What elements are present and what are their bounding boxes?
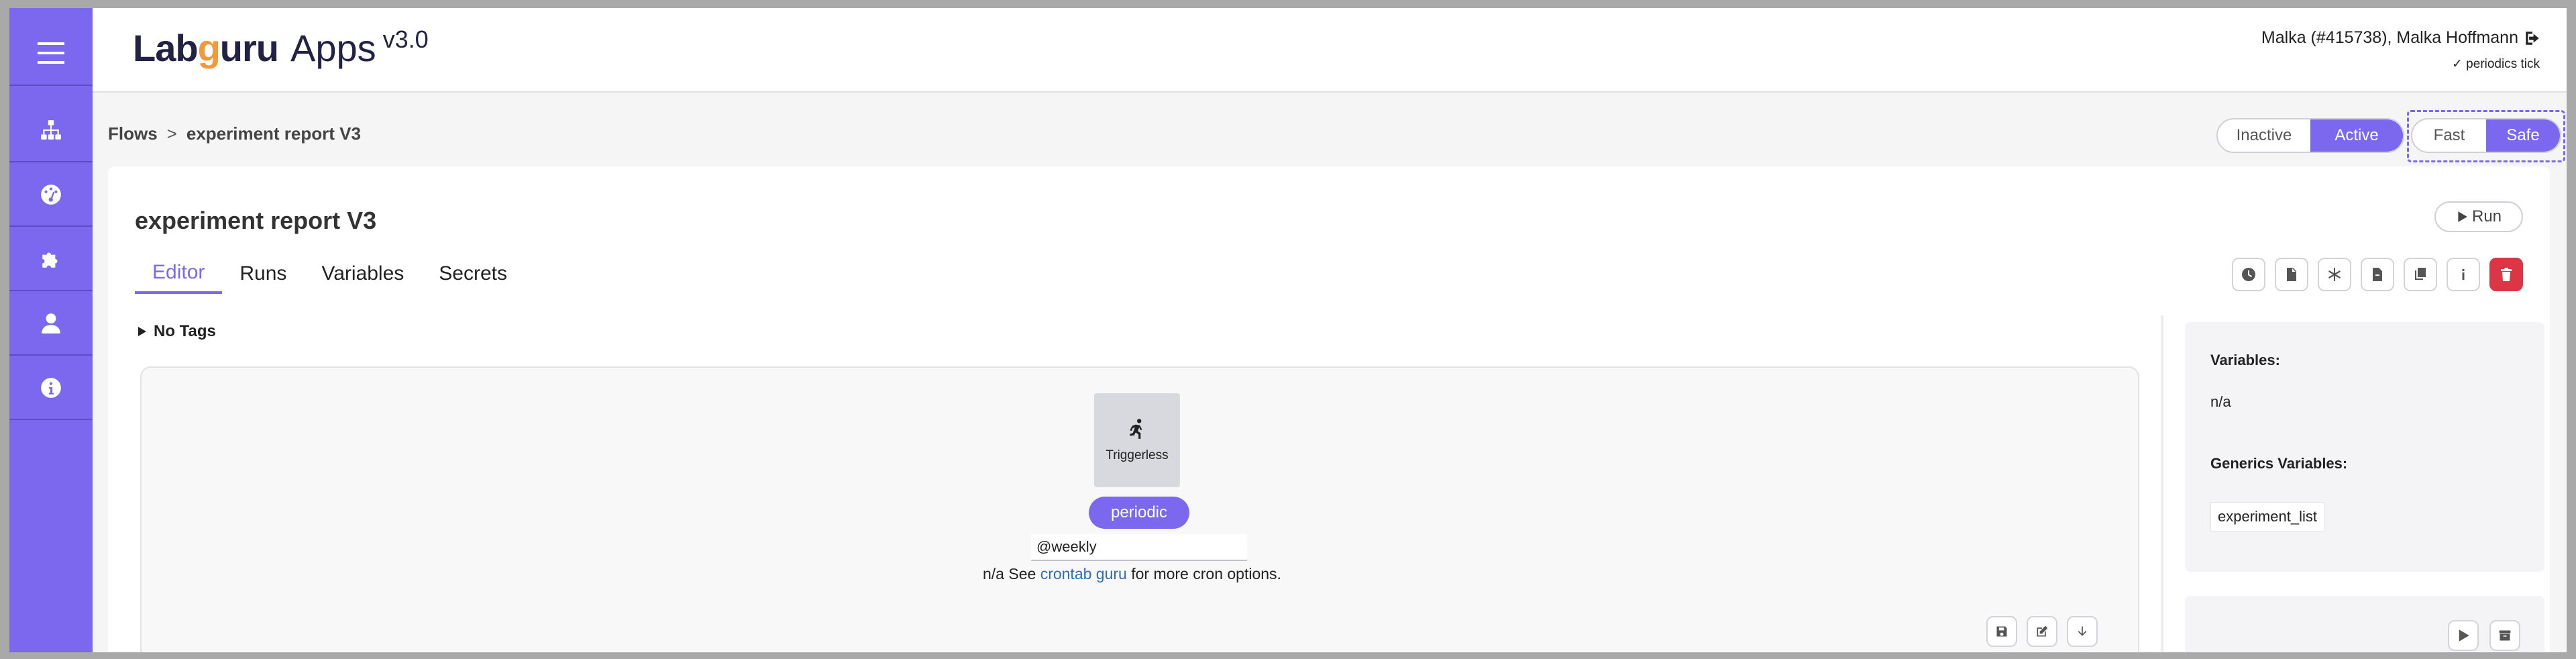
periodic-badge[interactable]: periodic bbox=[1089, 497, 1189, 529]
variables-value: n/a bbox=[2210, 393, 2231, 410]
logo-text-part: Lab bbox=[133, 27, 199, 69]
crontab-guru-link[interactable]: crontab guru bbox=[1040, 565, 1127, 582]
export-button[interactable] bbox=[2361, 258, 2394, 291]
user-name: Malka (#415738), Malka Hoffmann bbox=[2261, 28, 2518, 47]
tab-variables[interactable]: Variables bbox=[304, 254, 421, 294]
trigger-node[interactable]: Triggerless bbox=[1094, 393, 1180, 487]
highlight-box bbox=[2407, 110, 2565, 162]
sidebar-item-dashboard[interactable] bbox=[9, 164, 93, 227]
tags-toggle[interactable]: No Tags bbox=[138, 322, 216, 341]
running-person-icon bbox=[1130, 419, 1142, 439]
play-button[interactable] bbox=[2448, 620, 2479, 651]
flow-tabs: Editor Runs Variables Secrets bbox=[135, 254, 525, 294]
actions-toolbar bbox=[2448, 620, 2520, 651]
logo-apps-text: Apps bbox=[290, 27, 376, 69]
labguru-logo[interactable]: Labguru Apps v3.0 bbox=[133, 23, 429, 83]
trigger-label: Triggerless bbox=[1106, 448, 1169, 462]
schedule-button[interactable] bbox=[2232, 258, 2265, 291]
archive-button[interactable] bbox=[2489, 620, 2520, 651]
logo-text-part: uru bbox=[219, 27, 279, 69]
variables-panel: Variables: n/a Generics Variables: exper… bbox=[2185, 322, 2544, 572]
breadcrumb-separator: > bbox=[166, 123, 177, 144]
periodics-status: ✓ periodics tick bbox=[2451, 57, 2540, 71]
edit-button[interactable] bbox=[2027, 616, 2057, 647]
info-icon bbox=[41, 378, 61, 398]
breadcrumb: Flows > experiment report V3 bbox=[108, 123, 361, 144]
flow-card: experiment report V3 Run Editor Runs Var… bbox=[108, 166, 2550, 652]
sidebar-item-user[interactable] bbox=[9, 293, 93, 356]
tags-label: No Tags bbox=[154, 322, 216, 340]
run-label: Run bbox=[2471, 207, 2502, 225]
tab-runs[interactable]: Runs bbox=[222, 254, 304, 294]
clock-icon bbox=[2242, 268, 2255, 281]
inactive-option[interactable]: Inactive bbox=[2218, 119, 2310, 152]
logout-icon[interactable] bbox=[2524, 30, 2541, 47]
arrow-down-icon bbox=[2078, 626, 2087, 636]
play-icon bbox=[2459, 629, 2469, 642]
top-header: Labguru Apps v3.0 Malka (#415738), Malka… bbox=[93, 8, 2567, 93]
breadcrumb-flows-link[interactable]: Flows bbox=[108, 123, 158, 144]
logo-text-part: g bbox=[197, 27, 221, 69]
gauge-icon bbox=[41, 185, 61, 205]
puzzle-icon bbox=[42, 252, 58, 268]
info-icon bbox=[2462, 269, 2465, 280]
sidebar-item-flows[interactable] bbox=[9, 99, 93, 162]
copy-button[interactable] bbox=[2404, 258, 2437, 291]
cron-help-text: n/a See crontab guru for more cron optio… bbox=[983, 565, 1281, 583]
flow-toolbar bbox=[2232, 258, 2523, 291]
info-button[interactable] bbox=[2447, 258, 2480, 291]
asterisk-icon bbox=[2328, 268, 2341, 281]
actions-panel bbox=[2185, 596, 2544, 652]
tab-editor[interactable]: Editor bbox=[135, 254, 223, 294]
play-icon bbox=[2458, 211, 2467, 222]
panel-divider[interactable] bbox=[2161, 315, 2163, 652]
generic-variable-chip: experiment_list bbox=[2210, 502, 2324, 531]
flow-canvas[interactable]: Triggerless periodic n/a See crontab gur… bbox=[140, 366, 2139, 652]
copy-icon bbox=[2415, 268, 2426, 280]
app-version: v3.0 bbox=[382, 26, 429, 53]
sitemap-icon bbox=[41, 120, 61, 140]
cron-help-suffix: for more cron options. bbox=[1126, 565, 1281, 582]
trash-icon bbox=[2501, 268, 2512, 281]
download-button[interactable] bbox=[2067, 616, 2098, 647]
sidebar-item-info[interactable] bbox=[9, 357, 93, 420]
file-export-icon bbox=[2373, 268, 2382, 281]
archive-icon bbox=[2499, 630, 2511, 641]
cron-help-prefix: n/a See bbox=[983, 565, 1040, 582]
flow-title: experiment report V3 bbox=[135, 207, 377, 234]
active-option[interactable]: Active bbox=[2310, 119, 2403, 152]
variables-label: Variables: bbox=[2210, 352, 2280, 368]
hamburger-menu-icon bbox=[38, 42, 64, 64]
status-toggle: Inactive Active bbox=[2216, 118, 2404, 153]
user-icon bbox=[42, 313, 60, 334]
hamburger-menu-button[interactable] bbox=[9, 21, 93, 86]
delete-button[interactable] bbox=[2489, 258, 2523, 291]
asterisk-button[interactable] bbox=[2318, 258, 2351, 291]
user-account[interactable]: Malka (#415738), Malka Hoffmann bbox=[2261, 28, 2541, 48]
file-button[interactable] bbox=[2275, 258, 2308, 291]
breadcrumb-current: experiment report V3 bbox=[186, 123, 361, 144]
edit-icon bbox=[2037, 625, 2048, 637]
sidebar bbox=[9, 8, 93, 652]
run-button[interactable]: Run bbox=[2434, 201, 2523, 232]
app-window: Labguru Apps v3.0 Malka (#415738), Malka… bbox=[9, 8, 2567, 652]
tab-secrets[interactable]: Secrets bbox=[421, 254, 525, 294]
canvas-toolbar bbox=[1986, 616, 2098, 647]
cron-expression-input[interactable] bbox=[1031, 534, 1247, 561]
sidebar-item-plugins[interactable] bbox=[9, 228, 93, 291]
caret-right-icon bbox=[138, 327, 146, 336]
generics-variables-label: Generics Variables: bbox=[2210, 455, 2348, 472]
save-button[interactable] bbox=[1986, 616, 2017, 647]
file-icon bbox=[2287, 268, 2296, 281]
save-icon bbox=[1996, 626, 2007, 637]
